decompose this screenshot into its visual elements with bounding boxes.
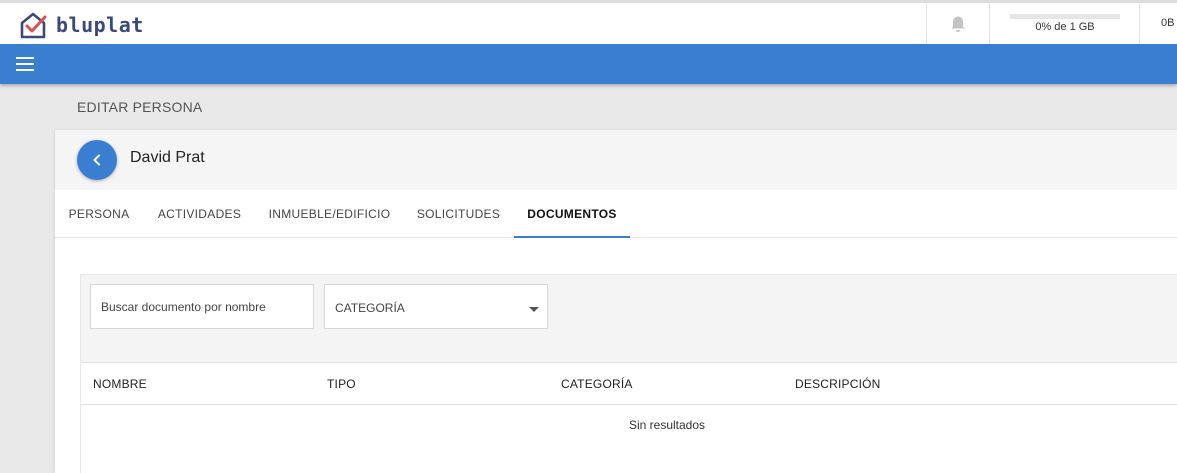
documents-table: NOMBRE TIPO CATEGORÍA DESCRIPCIÓN Sin re…	[81, 362, 1177, 473]
storage-size-text: 0B	[1161, 17, 1175, 29]
storage-text: 0% de 1 GB	[1035, 21, 1095, 33]
tab-inmueble-edificio[interactable]: INMUEBLE/EDIFICIO	[256, 190, 403, 238]
empty-results-text: Sin resultados	[628, 418, 706, 432]
document-search-input[interactable]	[90, 284, 314, 329]
table-header: NOMBRE TIPO CATEGORÍA DESCRIPCIÓN	[81, 363, 1177, 405]
logo-house-check-icon	[20, 12, 47, 39]
tab-solicitudes[interactable]: SOLICITUDES	[403, 190, 514, 238]
tab-documentos[interactable]: DOCUMENTOS	[514, 190, 630, 238]
tab-actividades[interactable]: ACTIVIDADES	[143, 190, 256, 238]
column-header-tipo[interactable]: TIPO	[327, 377, 356, 391]
caret-down-icon	[529, 307, 539, 312]
tab-persona[interactable]: PERSONA	[55, 190, 143, 238]
column-header-categoria[interactable]: CATEGORÍA	[561, 377, 633, 391]
documents-panel: CATEGORÍA NOMBRE TIPO CATEGORÍA DESCRIPC…	[80, 274, 1177, 473]
notifications-button[interactable]	[926, 3, 990, 44]
person-card: David Prat PERSONA ACTIVIDADES INMUEBLE/…	[55, 130, 1177, 473]
top-bar: bluplat 0% de 1 GB 0B	[0, 0, 1177, 44]
person-header: David Prat	[55, 130, 1177, 190]
category-select-label: CATEGORÍA	[335, 301, 405, 315]
page-title: EDITAR PERSONA	[77, 99, 203, 115]
column-header-nombre[interactable]: NOMBRE	[93, 377, 147, 391]
chevron-left-icon	[93, 154, 100, 166]
logo[interactable]: bluplat	[18, 9, 144, 41]
logo-text: bluplat	[56, 13, 144, 37]
nav-bar	[0, 44, 1177, 84]
storage-progress-bar	[1010, 14, 1120, 19]
tab-bar: PERSONA ACTIVIDADES INMUEBLE/EDIFICIO SO…	[55, 190, 1177, 238]
bell-icon	[951, 16, 965, 32]
category-select[interactable]: CATEGORÍA	[324, 284, 548, 329]
column-header-descripcion[interactable]: DESCRIPCIÓN	[795, 377, 881, 391]
person-name: David Prat	[130, 149, 205, 166]
storage-usage: 0% de 1 GB	[990, 3, 1140, 44]
back-button[interactable]	[77, 140, 117, 180]
hamburger-icon[interactable]	[16, 57, 34, 71]
